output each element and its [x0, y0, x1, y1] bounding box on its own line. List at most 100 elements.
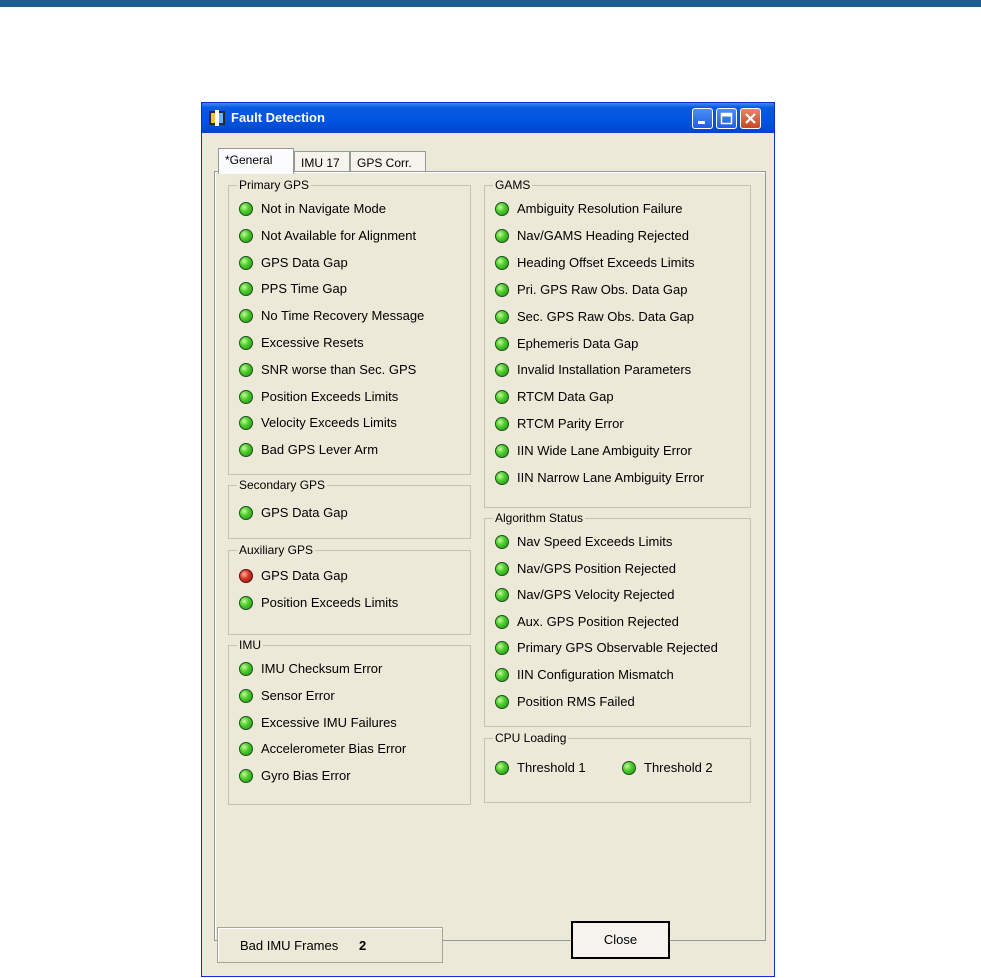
status-led-green-icon	[495, 535, 509, 549]
status-led-green-icon	[495, 255, 509, 270]
window-close-button[interactable]	[740, 108, 761, 129]
status-led-green-icon	[239, 309, 253, 324]
status-led-green-icon	[495, 668, 509, 682]
indicator-label: Nav Speed Exceeds Limits	[517, 534, 673, 549]
bad-imu-frames-box: Bad IMU Frames 2	[217, 927, 443, 963]
tab-gps-corr[interactable]: GPS Corr.	[350, 151, 426, 173]
status-led-green-icon	[239, 688, 253, 703]
indicator-label: Invalid Installation Parameters	[517, 362, 692, 378]
imu-group: IMU IMU Checksum Error Sensor Error Excess…	[228, 637, 471, 805]
indicator-label: Primary GPS Observable Rejected	[517, 640, 718, 656]
status-led-green-icon	[239, 228, 253, 243]
status-led-green-icon	[495, 363, 509, 378]
status-led-green-icon	[622, 761, 636, 775]
status-led-green-icon	[239, 506, 253, 520]
desktop-top-bar	[0, 0, 981, 7]
indicator-label: Not Available for Alignment	[261, 227, 417, 243]
tab-imu-17[interactable]: IMU 17	[294, 151, 350, 173]
status-led-green-icon	[239, 769, 253, 784]
status-led-green-icon	[495, 588, 509, 603]
indicator-label: Gyro Bias Error	[261, 768, 351, 784]
status-led-green-icon	[495, 390, 509, 405]
status-led-green-icon	[239, 742, 253, 757]
indicator-label: Position Exceeds Limits	[261, 595, 399, 610]
close-button[interactable]: Close	[571, 921, 670, 959]
indicator-label: Nav/GAMS Heading Rejected	[517, 227, 689, 243]
group-title: Primary GPS	[237, 177, 312, 193]
indicator-label: SNR worse than Sec. GPS	[261, 361, 417, 377]
indicator-label: Threshold 1	[517, 760, 586, 775]
group-title: Auxiliary GPS	[237, 542, 316, 558]
indicator-label: Excessive Resets	[261, 335, 364, 350]
indicator-label: Accelerometer Bias Error	[261, 741, 407, 757]
minimize-button[interactable]	[692, 108, 713, 129]
bad-imu-frames-label: Bad IMU Frames	[240, 938, 339, 953]
status-led-green-icon	[495, 444, 509, 459]
indicator-label: Sec. GPS Raw Obs. Data Gap	[517, 308, 695, 324]
tab-general[interactable]: *General	[218, 148, 294, 174]
status-led-green-icon	[239, 443, 253, 458]
status-led-green-icon	[239, 662, 253, 676]
bad-imu-frames-value: 2	[359, 938, 367, 953]
status-led-green-icon	[239, 389, 253, 404]
fault-detection-window: Fault Detection *General IMU 17 GPS Corr…	[201, 102, 775, 977]
group-title: Algorithm Status	[493, 510, 586, 526]
indicator-label: Not in Navigate Mode	[261, 201, 387, 216]
group-title: IMU	[237, 637, 263, 653]
indicator-label: PPS Time Gap	[261, 281, 347, 297]
auxiliary-gps-group: Auxiliary GPS GPS Data Gap Position Excee…	[228, 542, 471, 635]
status-led-green-icon	[495, 309, 509, 324]
status-led-green-icon	[495, 694, 509, 709]
indicator-label: Bad GPS Lever Arm	[261, 442, 379, 458]
group-title: GAMS	[493, 177, 533, 193]
indicator-label: Position Exceeds Limits	[261, 388, 399, 404]
indicator-label: No Time Recovery Message	[261, 308, 425, 324]
secondary-gps-group: Secondary GPS GPS Data Gap	[228, 477, 471, 539]
indicator-label: GPS Data Gap	[261, 568, 348, 583]
window-title: Fault Detection	[231, 110, 325, 125]
status-led-green-icon	[495, 202, 509, 216]
indicator-label: IIN Narrow Lane Ambiguity Error	[517, 470, 705, 485]
minimize-icon	[698, 121, 705, 124]
indicator-label: Ambiguity Resolution Failure	[517, 201, 683, 216]
cpu-loading-group: CPU Loading Threshold 1 Threshold 2	[484, 730, 751, 803]
indicator-label: Nav/GPS Velocity Rejected	[517, 587, 675, 603]
status-led-green-icon	[495, 614, 509, 629]
indicator-label: IIN Configuration Mismatch	[517, 667, 674, 682]
status-led-green-icon	[239, 715, 253, 730]
indicator-label: Nav/GPS Position Rejected	[517, 560, 676, 576]
status-led-green-icon	[495, 336, 509, 351]
indicator-label: GPS Data Gap	[261, 505, 348, 520]
status-led-green-icon	[239, 282, 253, 297]
status-led-green-icon	[495, 228, 509, 243]
status-led-green-icon	[495, 417, 509, 432]
primary-gps-group: Primary GPS Not in Navigate Mode Not Avai…	[228, 177, 471, 475]
indicator-label: Aux. GPS Position Rejected	[517, 613, 679, 629]
title-bar[interactable]: Fault Detection	[202, 103, 774, 133]
indicator-label: GPS Data Gap	[261, 254, 348, 270]
status-led-green-icon	[239, 336, 253, 350]
maximize-button[interactable]	[716, 108, 737, 129]
indicator-label: Excessive IMU Failures	[261, 714, 397, 730]
indicator-label: IMU Checksum Error	[261, 661, 383, 676]
group-title: CPU Loading	[493, 730, 569, 746]
status-led-green-icon	[495, 561, 509, 576]
indicator-label: Threshold 2	[644, 760, 713, 775]
status-led-green-icon	[495, 641, 509, 656]
indicator-label: Heading Offset Exceeds Limits	[517, 254, 695, 270]
status-led-green-icon	[239, 255, 253, 270]
indicator-label: Position RMS Failed	[517, 693, 635, 709]
indicator-label: Pri. GPS Raw Obs. Data Gap	[517, 281, 688, 297]
status-led-green-icon	[495, 471, 509, 485]
close-icon	[745, 113, 756, 124]
status-led-green-icon	[239, 202, 253, 216]
indicator-label: RTCM Parity Error	[517, 416, 624, 432]
indicator-label: Sensor Error	[261, 687, 335, 703]
status-led-green-icon	[239, 596, 253, 610]
status-led-green-icon	[495, 282, 509, 297]
algorithm-status-group: Algorithm Status Nav Speed Exceeds Limit…	[484, 510, 751, 727]
indicator-label: RTCM Data Gap	[517, 389, 614, 405]
indicator-label: IIN Wide Lane Ambiguity Error	[517, 443, 692, 459]
status-led-red-icon	[239, 569, 253, 583]
status-led-green-icon	[239, 362, 253, 377]
